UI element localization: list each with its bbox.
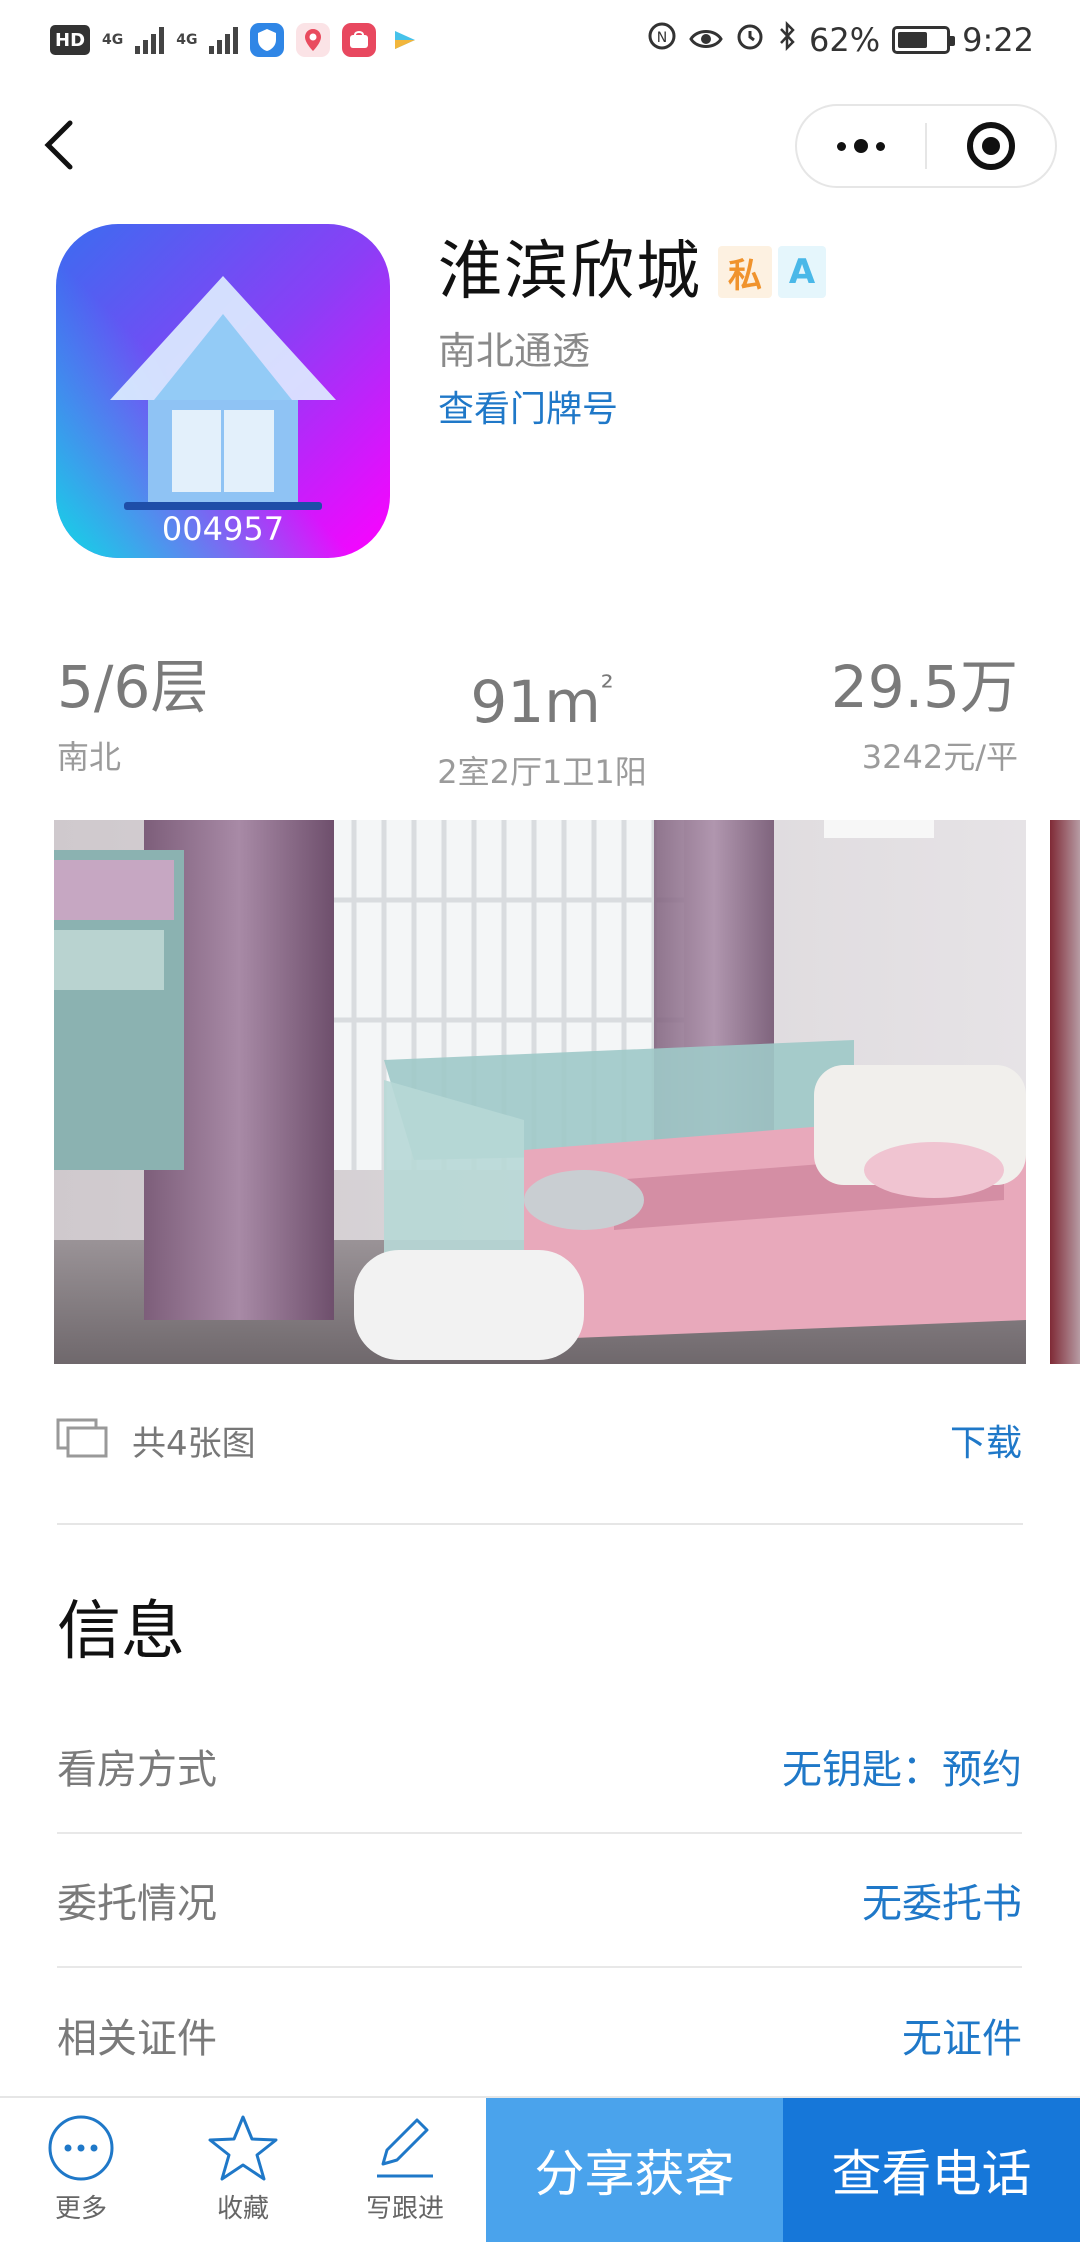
info-label: 委托情况 <box>57 1871 217 1929</box>
status-left: HD 4G 4G <box>50 23 422 57</box>
layout-value: 2室2厅1卫1阳 <box>322 747 762 793</box>
nfc-icon: N <box>647 21 677 59</box>
eye-icon <box>689 21 723 59</box>
chevron-left-icon <box>44 119 74 171</box>
listing-title: 淮滨欣城 <box>438 236 702 308</box>
info-section-title: 信息 <box>57 1580 185 1672</box>
more-button[interactable]: 更多 <box>0 2098 162 2240</box>
hd-badge: HD <box>50 25 90 55</box>
grade-tag: A <box>778 246 826 298</box>
facing-value: 南北 <box>57 732 208 778</box>
signal-icon <box>135 26 164 54</box>
miniprogram-capsule <box>795 104 1057 188</box>
divider <box>57 1523 1023 1525</box>
close-miniprogram-button[interactable] <box>927 106 1055 186</box>
photo-count: 共4张图 <box>132 1416 256 1465</box>
bottom-action-bar: 更多 收藏 写跟进 分享获客 查看电话 <box>0 2096 1080 2240</box>
view-phone-button[interactable]: 查看电话 <box>783 2098 1080 2242</box>
follow-up-label: 写跟进 <box>366 2188 444 2225</box>
view-doorplate-link[interactable]: 查看门牌号 <box>438 380 618 432</box>
listing-photo[interactable] <box>54 820 1026 1364</box>
battery-percent: 62% <box>809 21 880 59</box>
listing-logo: 004957 <box>56 224 390 558</box>
network-type-2: 4G <box>176 33 197 47</box>
info-row-certificates[interactable]: 相关证件 无证件 <box>57 1968 1022 2102</box>
battery-icon <box>892 26 950 54</box>
more-menu-button[interactable] <box>797 106 925 186</box>
info-value[interactable]: 无钥匙：预约 <box>782 1737 1022 1795</box>
area-unit: ² <box>601 668 614 706</box>
alarm-icon <box>735 21 765 59</box>
more-circle-icon <box>47 2114 115 2182</box>
photos-stack-icon <box>56 1418 108 1462</box>
clock: 9:22 <box>962 21 1034 59</box>
target-icon <box>967 122 1015 170</box>
download-link[interactable]: 下载 <box>950 1414 1022 1466</box>
shopping-app-icon <box>342 23 376 57</box>
area-stat: 91m² 2室2厅1卫1阳 <box>322 652 762 793</box>
favorite-label: 收藏 <box>217 2188 269 2225</box>
house-icon <box>56 224 390 558</box>
shield-app-icon <box>250 23 284 57</box>
more-dots-icon <box>837 139 885 153</box>
status-right: N 62% 9:22 <box>647 21 1034 59</box>
write-follow-up-button[interactable]: 写跟进 <box>324 2098 486 2240</box>
listing-code: 004957 <box>56 510 390 548</box>
bedroom-photo <box>54 820 1026 1364</box>
status-bar: HD 4G 4G N 62 <box>0 0 1080 80</box>
info-row-viewing-method[interactable]: 看房方式 无钥匙：预约 <box>57 1700 1022 1834</box>
pen-icon <box>369 2114 441 2182</box>
favorite-button[interactable]: 收藏 <box>162 2098 324 2240</box>
floor-value: 5/6层 <box>57 652 208 722</box>
signal-icon <box>209 26 238 54</box>
area-value: 91m <box>470 668 600 736</box>
listing-feature: 南北通透 <box>438 320 590 375</box>
info-value[interactable]: 无委托书 <box>862 1871 1022 1929</box>
video-app-icon <box>388 23 422 57</box>
price-stat: 29.5万 3242元/平 <box>831 652 1018 778</box>
floor-stat: 5/6层 南北 <box>57 652 208 778</box>
battery-level <box>898 32 927 48</box>
private-tag: 私 <box>718 246 772 298</box>
svg-text:N: N <box>657 30 667 46</box>
info-value[interactable]: 无证件 <box>902 2006 1022 2064</box>
back-button[interactable] <box>34 110 84 180</box>
bluetooth-icon <box>777 21 797 59</box>
unit-price-value: 3242元/平 <box>831 732 1018 778</box>
star-icon <box>207 2114 279 2182</box>
info-label: 相关证件 <box>57 2006 217 2064</box>
share-button[interactable]: 分享获客 <box>486 2098 783 2242</box>
next-photo-peek[interactable] <box>1050 820 1080 1364</box>
area-value-wrap: 91m² <box>322 652 762 737</box>
map-pin-app-icon <box>296 23 330 57</box>
more-label: 更多 <box>55 2188 107 2225</box>
info-row-entrustment[interactable]: 委托情况 无委托书 <box>57 1834 1022 1968</box>
network-type-1: 4G <box>102 33 123 47</box>
info-label: 看房方式 <box>57 1737 217 1795</box>
price-value: 29.5万 <box>831 652 1018 722</box>
